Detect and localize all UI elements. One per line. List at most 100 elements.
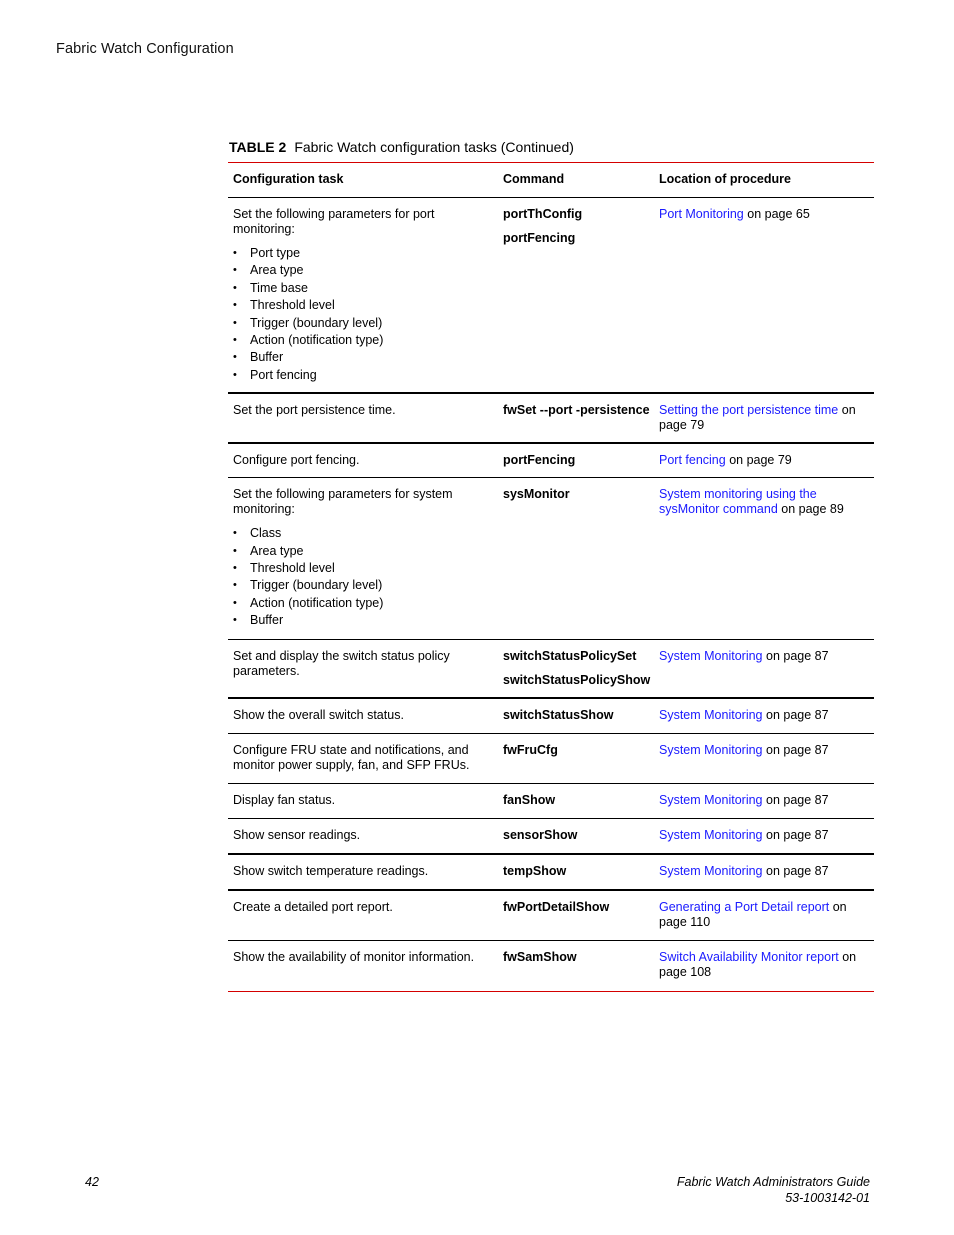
table-row: Configure FRU state and notifications, a…	[228, 734, 874, 784]
command-cell: fwSet --port -persistence	[498, 394, 654, 442]
table-row: Set the following parameters for system …	[228, 478, 874, 640]
table-header-row: Configuration task Command Location of p…	[228, 163, 874, 198]
location-cell: Port Monitoring on page 65	[654, 198, 874, 392]
command-name: tempShow	[503, 863, 567, 878]
table-body: Set the following parameters for port mo…	[228, 198, 874, 991]
page-number: 42	[85, 1175, 99, 1189]
command-cell: switchStatusPolicySet switchStatusPolicyS…	[498, 640, 654, 697]
parameter-list-item: Class	[233, 525, 498, 543]
page-reference: on page 87	[762, 792, 829, 807]
parameter-list-item: Threshold level	[233, 297, 498, 315]
parameter-list-item: Trigger (boundary level)	[233, 315, 498, 333]
task-cell: Set the port persistence time.	[228, 394, 498, 442]
task-cell: Create a detailed port report.	[228, 891, 498, 940]
task-text: Create a detailed port report.	[233, 899, 393, 914]
command-name: sensorShow	[503, 827, 578, 842]
command-cell: fwPortDetailShow	[498, 891, 654, 940]
parameter-list: ClassArea typeThreshold levelTrigger (bo…	[233, 525, 498, 630]
task-cell: Set and display the switch status policy…	[228, 640, 498, 697]
page-reference: on page 87	[762, 648, 829, 663]
command-name: switchStatusPolicySet	[503, 648, 637, 663]
location-cell: System Monitoring on page 87	[654, 734, 874, 783]
parameter-list-item: Area type	[233, 262, 498, 280]
command-cell: switchStatusShow	[498, 699, 654, 733]
config-tasks-table: Configuration task Command Location of p…	[228, 162, 874, 992]
command-name: fwPortDetailShow	[503, 899, 610, 914]
task-text: Show the overall switch status.	[233, 707, 404, 722]
task-text: Set the following parameters for port mo…	[233, 207, 435, 236]
table-caption: TABLE 2 Fabric Watch configuration tasks …	[229, 139, 574, 155]
task-text: Show sensor readings.	[233, 827, 361, 842]
task-cell: Show switch temperature readings.	[228, 855, 498, 889]
command-name: switchStatusPolicyShow	[503, 672, 651, 687]
procedure-link[interactable]: Generating a Port Detail report	[659, 900, 829, 914]
procedure-link[interactable]: System Monitoring	[659, 793, 763, 807]
task-text: Set the port persistence time.	[233, 403, 396, 418]
parameter-list-item: Threshold level	[233, 560, 498, 578]
header-command: Command	[503, 172, 565, 186]
table-title: Fabric Watch configuration tasks (Contin…	[294, 139, 574, 155]
page-reference: on page 79	[725, 453, 792, 468]
command-name: portFencing	[503, 231, 576, 245]
location-cell: Port fencing on page 79	[654, 444, 874, 477]
procedure-link[interactable]: System Monitoring	[659, 828, 763, 842]
command-cell: portThConfig portFencing	[498, 198, 654, 392]
task-cell: Configure port fencing.	[228, 444, 498, 477]
table-row: Display fan status. fanShow System Monitor…	[228, 784, 874, 819]
table-row: Set the following parameters for port mo…	[228, 198, 874, 395]
command-cell: fanShow	[498, 784, 654, 818]
parameter-list-item: Port type	[233, 245, 498, 263]
procedure-link[interactable]: System Monitoring	[659, 864, 763, 878]
table-row: Show the availability of monitor informa…	[228, 941, 874, 991]
command-name: fwSamShow	[503, 949, 577, 964]
table-row: Configure port fencing. portFencing Port f…	[228, 444, 874, 479]
task-text: Configure FRU state and notifications, a…	[233, 742, 470, 772]
header-configuration-task: Configuration task	[233, 172, 344, 186]
page-reference: on page 87	[762, 707, 829, 722]
procedure-link[interactable]: System Monitoring	[659, 708, 763, 722]
command-name: fwSet --port -persistence	[503, 403, 650, 418]
footer-doc-info: Fabric Watch Administrators Guide 53-100…	[677, 1175, 870, 1206]
location-cell: System Monitoring on page 87	[654, 699, 874, 733]
parameter-list-item: Buffer	[233, 612, 498, 630]
task-text: Set and display the switch status policy…	[233, 648, 450, 678]
procedure-link[interactable]: Port fencing	[659, 453, 726, 467]
procedure-link[interactable]: Port Monitoring	[659, 207, 744, 221]
command-cell: fwFruCfg	[498, 734, 654, 783]
footer-doc-number: 53-1003142-01	[785, 1190, 870, 1205]
command-cell: sensorShow	[498, 819, 654, 853]
procedure-link[interactable]: System Monitoring	[659, 649, 763, 663]
command-cell: sysMonitor	[498, 478, 654, 638]
command-cell: fwSamShow	[498, 941, 654, 991]
parameter-list-item: Action (notification type)	[233, 595, 498, 613]
task-text: Configure port fencing.	[233, 453, 360, 468]
header-location: Location of procedure	[659, 172, 791, 186]
table-row: Show the overall switch status. switchSta…	[228, 699, 874, 734]
task-cell: Show the overall switch status.	[228, 699, 498, 733]
command-cell: tempShow	[498, 855, 654, 889]
table-row: Create a detailed port report. fwPortDeta…	[228, 891, 874, 941]
location-cell: System Monitoring on page 87	[654, 640, 874, 697]
task-cell: Show sensor readings.	[228, 819, 498, 853]
table-row: Set the port persistence time. fwSet --po…	[228, 394, 874, 445]
page-reference: on page 89	[777, 502, 844, 517]
parameter-list-item: Trigger (boundary level)	[233, 577, 498, 595]
procedure-link[interactable]: Switch Availability Monitor report	[659, 950, 839, 964]
footer-doc-title: Fabric Watch Administrators Guide	[676, 1175, 870, 1189]
page-reference: on page 87	[762, 863, 829, 878]
command-name: portThConfig	[503, 207, 583, 221]
parameter-list-item: Area type	[233, 543, 498, 561]
procedure-link[interactable]: Setting the port persistence time	[659, 403, 838, 417]
procedure-link[interactable]: System Monitoring	[659, 743, 763, 757]
command-name: fanShow	[503, 792, 556, 807]
location-cell: Switch Availability Monitor report on pa…	[654, 941, 874, 991]
running-head: Fabric Watch Configuration	[56, 41, 234, 57]
task-cell: Show the availability of monitor informa…	[228, 941, 498, 991]
task-text: Show the availability of monitor informa…	[233, 949, 475, 964]
table-row: Show switch temperature readings. tempSho…	[228, 855, 874, 891]
table-label: TABLE 2	[229, 139, 287, 155]
table-row: Show sensor readings. sensorShow System Mo…	[228, 819, 874, 855]
command-name: portFencing	[503, 453, 576, 468]
task-text: Show switch temperature readings.	[233, 863, 429, 878]
location-cell: System Monitoring on page 87	[654, 784, 874, 818]
